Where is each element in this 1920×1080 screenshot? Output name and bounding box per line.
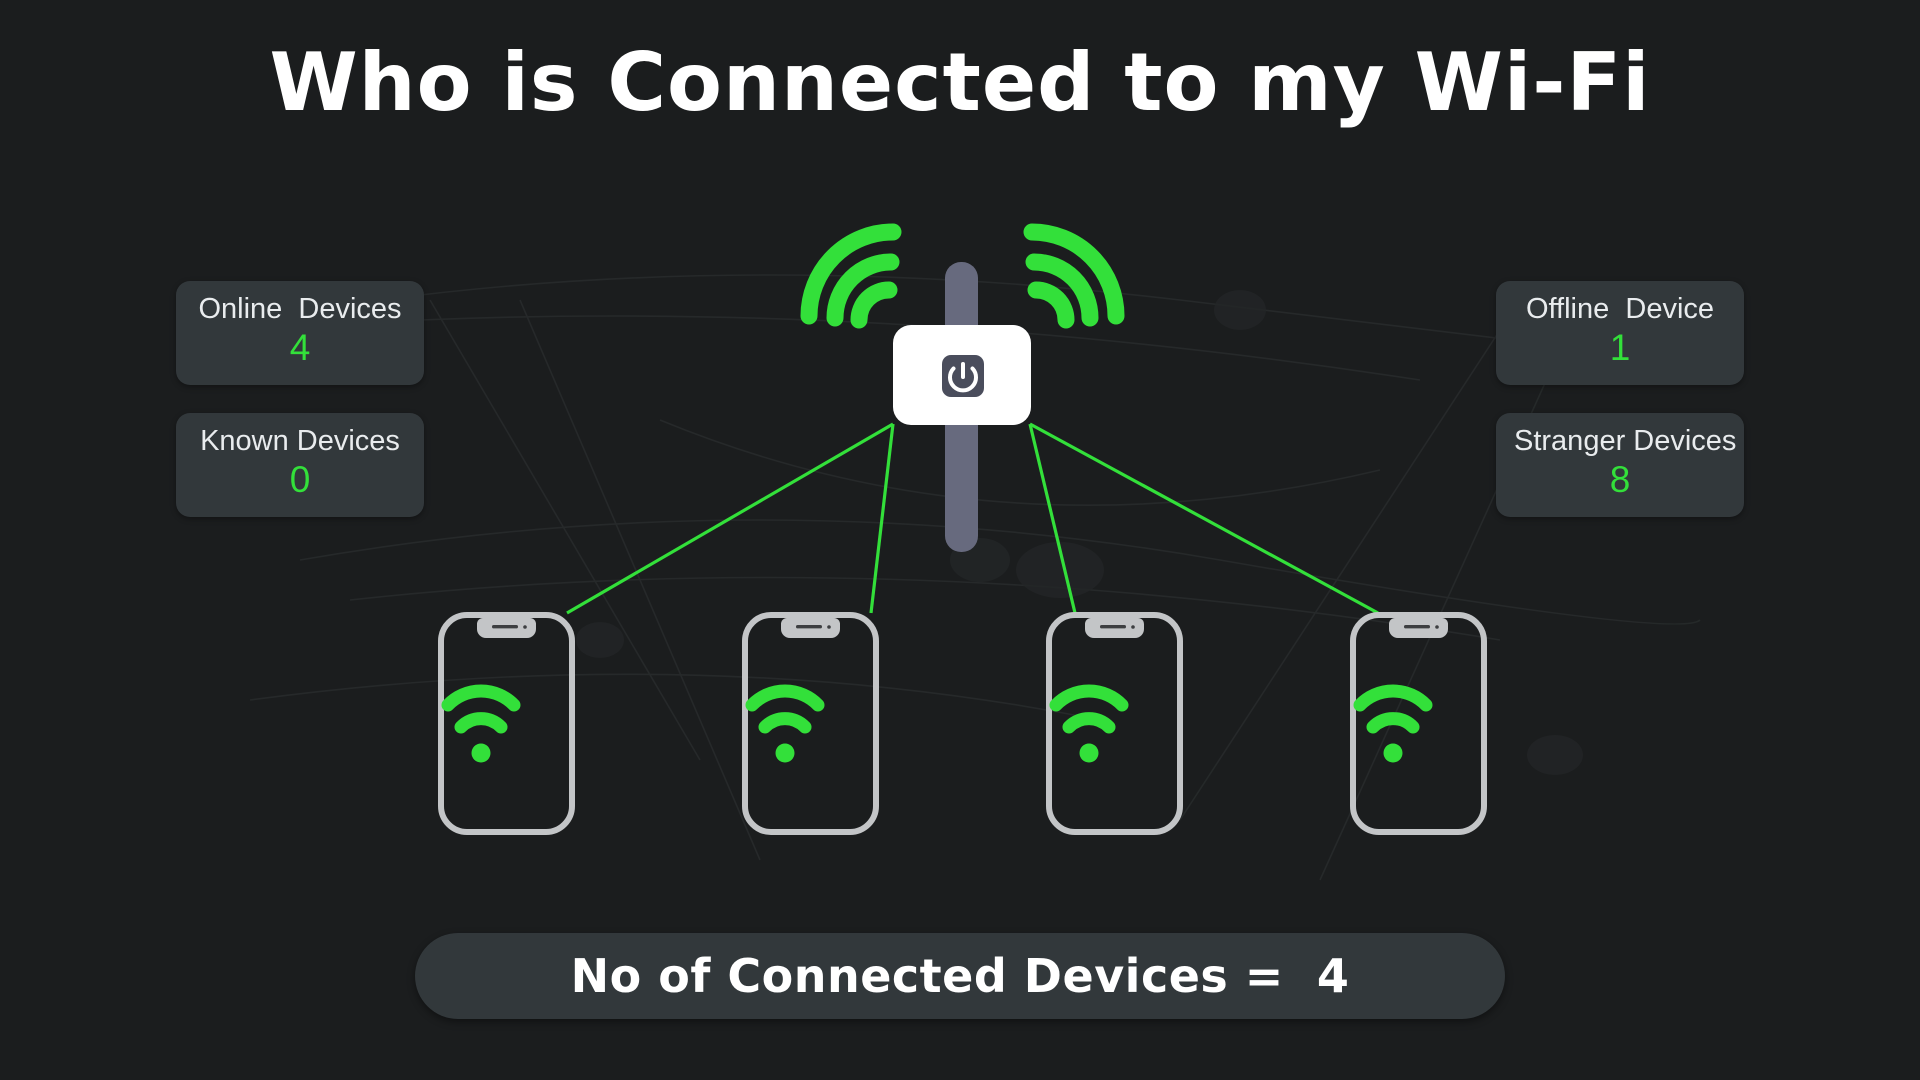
connection-line-2 <box>869 423 895 614</box>
wifi-signal-icon-right <box>1023 223 1125 329</box>
stat-value-offline-device: 1 <box>1609 327 1631 369</box>
stat-value-known-devices: 0 <box>289 459 311 501</box>
power-icon[interactable] <box>942 355 984 397</box>
wifi-dashboard: Who is Connected to my Wi-Fi Online Devi… <box>0 0 1920 1080</box>
connection-line-1 <box>566 422 894 615</box>
wifi-icon <box>441 684 521 763</box>
wifi-icon <box>1353 684 1433 763</box>
device-phone-3[interactable] <box>1046 612 1183 835</box>
stat-card-known-devices[interactable]: Known Devices 0 <box>176 413 424 517</box>
wifi-icon <box>745 684 825 763</box>
stat-card-offline-device[interactable]: Offline Device 1 <box>1496 281 1744 385</box>
antenna-bar <box>945 262 978 552</box>
stat-label-known-devices: Known Devices <box>200 425 400 457</box>
stat-label-stranger-devices: Stranger Devices <box>1514 425 1737 457</box>
connected-devices-summary-banner: No of Connected Devices = 4 <box>415 933 1505 1019</box>
stat-card-online-devices[interactable]: Online Devices 4 <box>176 281 424 385</box>
connection-line-3 <box>1028 423 1077 614</box>
network-diagram <box>438 223 1487 835</box>
background-texture <box>249 274 1701 881</box>
stat-label-online-devices: Online Devices <box>198 293 402 325</box>
connected-devices-summary-text: No of Connected Devices = 4 <box>570 949 1350 1003</box>
router-device[interactable] <box>893 325 1031 425</box>
connection-line-4 <box>1029 422 1379 615</box>
stat-card-stranger-devices[interactable]: Stranger Devices 8 <box>1496 413 1744 517</box>
stat-value-stranger-devices: 8 <box>1609 459 1631 501</box>
wifi-signal-icon-left <box>800 223 902 329</box>
device-phone-2[interactable] <box>742 612 879 835</box>
stat-value-online-devices: 4 <box>289 327 311 369</box>
device-phone-1[interactable] <box>438 612 575 835</box>
connection-lines <box>566 422 1379 615</box>
device-phone-4[interactable] <box>1350 612 1487 835</box>
stat-label-offline-device: Offline Device <box>1525 293 1715 325</box>
page-title: Who is Connected to my Wi-Fi <box>269 36 1651 129</box>
wifi-icon <box>1049 684 1129 763</box>
